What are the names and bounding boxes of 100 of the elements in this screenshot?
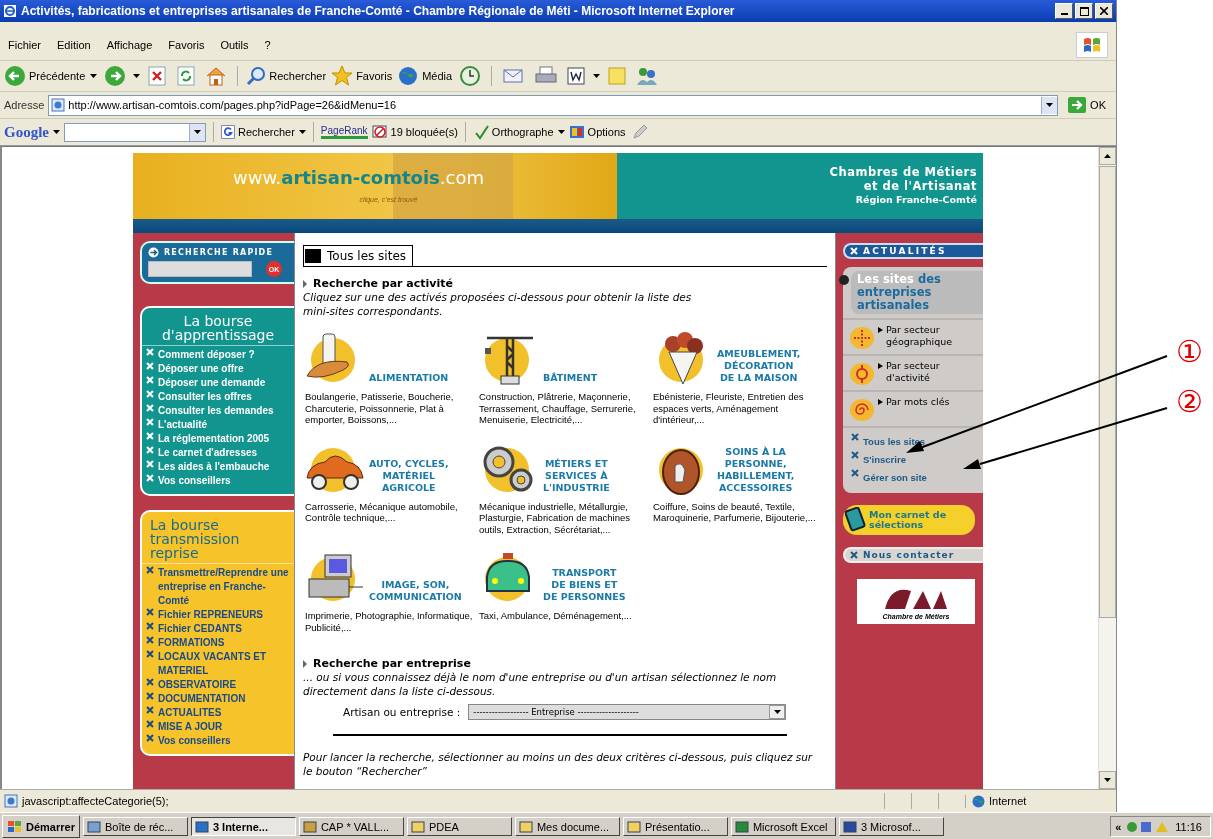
google-logo[interactable]: Google: [4, 123, 49, 141]
caret-icon[interactable]: [53, 130, 60, 134]
taskbar-item[interactable]: CAP * VALL...: [298, 817, 404, 836]
close-button[interactable]: [1095, 3, 1113, 19]
sidebar-link[interactable]: Vos conseillers: [142, 474, 294, 488]
start-button[interactable]: Démarrer: [2, 815, 80, 838]
windows-logo-icon: [7, 819, 23, 834]
menu-item[interactable]: Edition: [57, 39, 91, 51]
stop-icon[interactable]: [147, 66, 168, 86]
media-button[interactable]: Média: [397, 65, 453, 87]
refresh-icon[interactable]: [176, 66, 197, 86]
scroll-down-button[interactable]: [1099, 771, 1116, 789]
tray-expand-button[interactable]: «: [1115, 820, 1122, 833]
taskbar-item[interactable]: Boîte de réc...: [82, 817, 188, 836]
sidebar-link[interactable]: Gérer son site: [851, 469, 983, 487]
news-link[interactable]: ACTUALITÉS: [843, 243, 983, 259]
category-name[interactable]: AMEUBLEMENT, DÉCORATION DE LA MAISON: [717, 348, 801, 388]
sidebar-link[interactable]: OBSERVATOIRE: [142, 678, 294, 692]
minimize-button[interactable]: [1055, 3, 1073, 19]
sidebar-link[interactable]: FORMATIONS: [142, 636, 294, 650]
sidebar-link[interactable]: Fichier REPRENEURS: [142, 608, 294, 622]
cross-bullet-icon: [146, 636, 154, 644]
sidebar-link[interactable]: Transmettre/Reprendre une entreprise en Franche-Comté: [142, 566, 294, 608]
category-card[interactable]: MÉTIERS ET SERVICES À L'INDUSTRIE Mécanique industrielle, Métallurgie, Plasturgie, Fabrication de machines outils, Extraction, Sécrétariat,...: [477, 435, 651, 535]
history-icon[interactable]: [459, 65, 482, 87]
sidebar-link[interactable]: S'inscrire: [851, 451, 983, 469]
contact-link[interactable]: Nous contacter: [843, 547, 983, 563]
scroll-thumb[interactable]: [1099, 166, 1116, 618]
sidebar-link[interactable]: ACTUALITES: [142, 706, 294, 720]
taskbar-item[interactable]: Présentatio...: [622, 817, 728, 836]
sidebar-link[interactable]: LOCAUX VACANTS ET MATERIEL: [142, 650, 294, 678]
category-card[interactable]: ALIMENTATION Boulangerie, Patisserie, Boucherie, Charcuterie, Poissonnerie, Plat à emporter, Boissons,...: [303, 326, 477, 426]
caret-icon[interactable]: [298, 130, 306, 134]
category-name[interactable]: IMAGE, SON, COMMUNICATION: [369, 579, 462, 607]
sidebar-link[interactable]: Vos conseillers: [142, 734, 294, 748]
quick-search-field[interactable]: [148, 261, 252, 277]
category-name[interactable]: BÂTIMENT: [543, 372, 598, 388]
category-card[interactable]: TRANSPORT DE BIENS ET DE PERSONNES Taxi, Ambulance, Déménagement,...: [477, 545, 651, 633]
caret-icon[interactable]: [90, 74, 98, 78]
print-icon[interactable]: [535, 66, 558, 86]
google-search-button[interactable]: Rechercher: [221, 125, 295, 139]
taskbar-item[interactable]: 3 Interne...: [190, 817, 296, 836]
menu-item[interactable]: Outils: [220, 39, 249, 51]
scroll-up-button[interactable]: [1099, 147, 1116, 165]
scrollbar[interactable]: [1098, 147, 1116, 789]
sidebar-link[interactable]: L'actualité: [142, 418, 294, 432]
search-option[interactable]: Par mots clés: [843, 392, 983, 428]
address-field[interactable]: http://www.artisan-comtois.com/pages.php?idPage=26&idMenu=16: [48, 94, 1059, 116]
company-select[interactable]: ------------------ Entreprise --------------------: [468, 704, 787, 720]
sidebar-link[interactable]: Consulter les offres: [142, 390, 294, 404]
people-icon[interactable]: [636, 66, 659, 86]
sidebar-link[interactable]: Le carnet d'adresses: [142, 446, 294, 460]
category-card[interactable]: AMEUBLEMENT, DÉCORATION DE LA MAISON Ebénisterie, Fleuriste, Entretien des espaces verts, Aménagement d'intérieur,...: [651, 326, 825, 426]
caret-icon[interactable]: [593, 74, 601, 78]
category-name[interactable]: SOINS À LA PERSONNE, HABILLEMENT, ACCESSOIRES: [717, 445, 795, 498]
google-search-field[interactable]: [64, 122, 206, 142]
search-option[interactable]: Par secteur géographique: [843, 320, 983, 356]
menu-item[interactable]: Affichage: [106, 39, 153, 51]
sidebar-link[interactable]: Consulter les demandes: [142, 404, 294, 418]
category-name[interactable]: AUTO, CYCLES, MATÉRIEL AGRICOLE: [369, 457, 449, 498]
favorites-button[interactable]: Favoris: [331, 65, 393, 87]
category-card[interactable]: IMAGE, SON, COMMUNICATION Imprimerie, Photographie, Informatique, Publicité,...: [303, 545, 477, 633]
maximize-button[interactable]: [1075, 3, 1093, 19]
category-name[interactable]: ALIMENTATION: [369, 372, 449, 388]
sidebar-link[interactable]: La réglementation 2005: [142, 432, 294, 446]
document-icon[interactable]: [566, 66, 587, 86]
category-card[interactable]: SOINS À LA PERSONNE, HABILLEMENT, ACCESSOIRES Coiffure, Soins de beauté, Textile, Maroquinerie, Parfumerie, Bijouterie,...: [651, 435, 825, 535]
menu-item[interactable]: ?: [264, 39, 271, 51]
forward-icon[interactable]: [104, 65, 127, 87]
search-option[interactable]: Par secteur d'activité: [843, 356, 983, 392]
search-button[interactable]: Rechercher: [246, 66, 327, 86]
menu-item[interactable]: Fichier: [8, 39, 41, 51]
dropdown-button[interactable]: [1041, 96, 1058, 114]
category-name[interactable]: TRANSPORT DE BIENS ET DE PERSONNES: [543, 567, 626, 607]
sidebar-link[interactable]: Comment déposer ?: [142, 348, 294, 362]
category-card[interactable]: AUTO, CYCLES, MATÉRIEL AGRICOLE Carrosserie, Mécanique automobile, Contrôle technique,...: [303, 435, 477, 535]
sidebar-link[interactable]: Fichier CEDANTS: [142, 622, 294, 636]
taskbar-item[interactable]: PDEA: [406, 817, 512, 836]
taskbar-item[interactable]: Microsoft Excel: [730, 817, 836, 836]
home-icon[interactable]: [205, 66, 228, 86]
dropdown-button[interactable]: [189, 123, 205, 141]
sidebar-link[interactable]: Déposer une demande: [142, 376, 294, 390]
caret-icon[interactable]: [557, 130, 565, 134]
sidebar-link[interactable]: Tous les sites: [851, 433, 983, 451]
caret-icon[interactable]: [133, 74, 141, 78]
go-button[interactable]: OK: [1068, 97, 1106, 113]
sidebar-link[interactable]: DOCUMENTATION: [142, 692, 294, 706]
category-card[interactable]: BÂTIMENT Construction, Plâtrerie, Maçonnerie, Terrassement, Chauffage, Serrurerie, Menuiserie, Electricité,...: [477, 326, 651, 426]
menu-item[interactable]: Favoris: [168, 39, 205, 51]
taskbar-item[interactable]: 3 Microsof...: [838, 817, 944, 836]
popup-blocker-button[interactable]: 19 bloquée(s): [371, 124, 458, 140]
sidebar-link[interactable]: Déposer une offre: [142, 362, 294, 376]
options-button[interactable]: Options: [568, 124, 626, 140]
category-name[interactable]: MÉTIERS ET SERVICES À L'INDUSTRIE: [543, 457, 610, 498]
dropdown-button[interactable]: [769, 705, 786, 719]
spellcheck-button[interactable]: Orthographe: [472, 124, 554, 140]
sidebar-link[interactable]: Les aides à l'embauche: [142, 460, 294, 474]
taskbar-item[interactable]: Mes docume...: [514, 817, 620, 836]
sidebar-link[interactable]: MISE A JOUR: [142, 720, 294, 734]
back-button[interactable]: Précédente: [4, 65, 86, 87]
